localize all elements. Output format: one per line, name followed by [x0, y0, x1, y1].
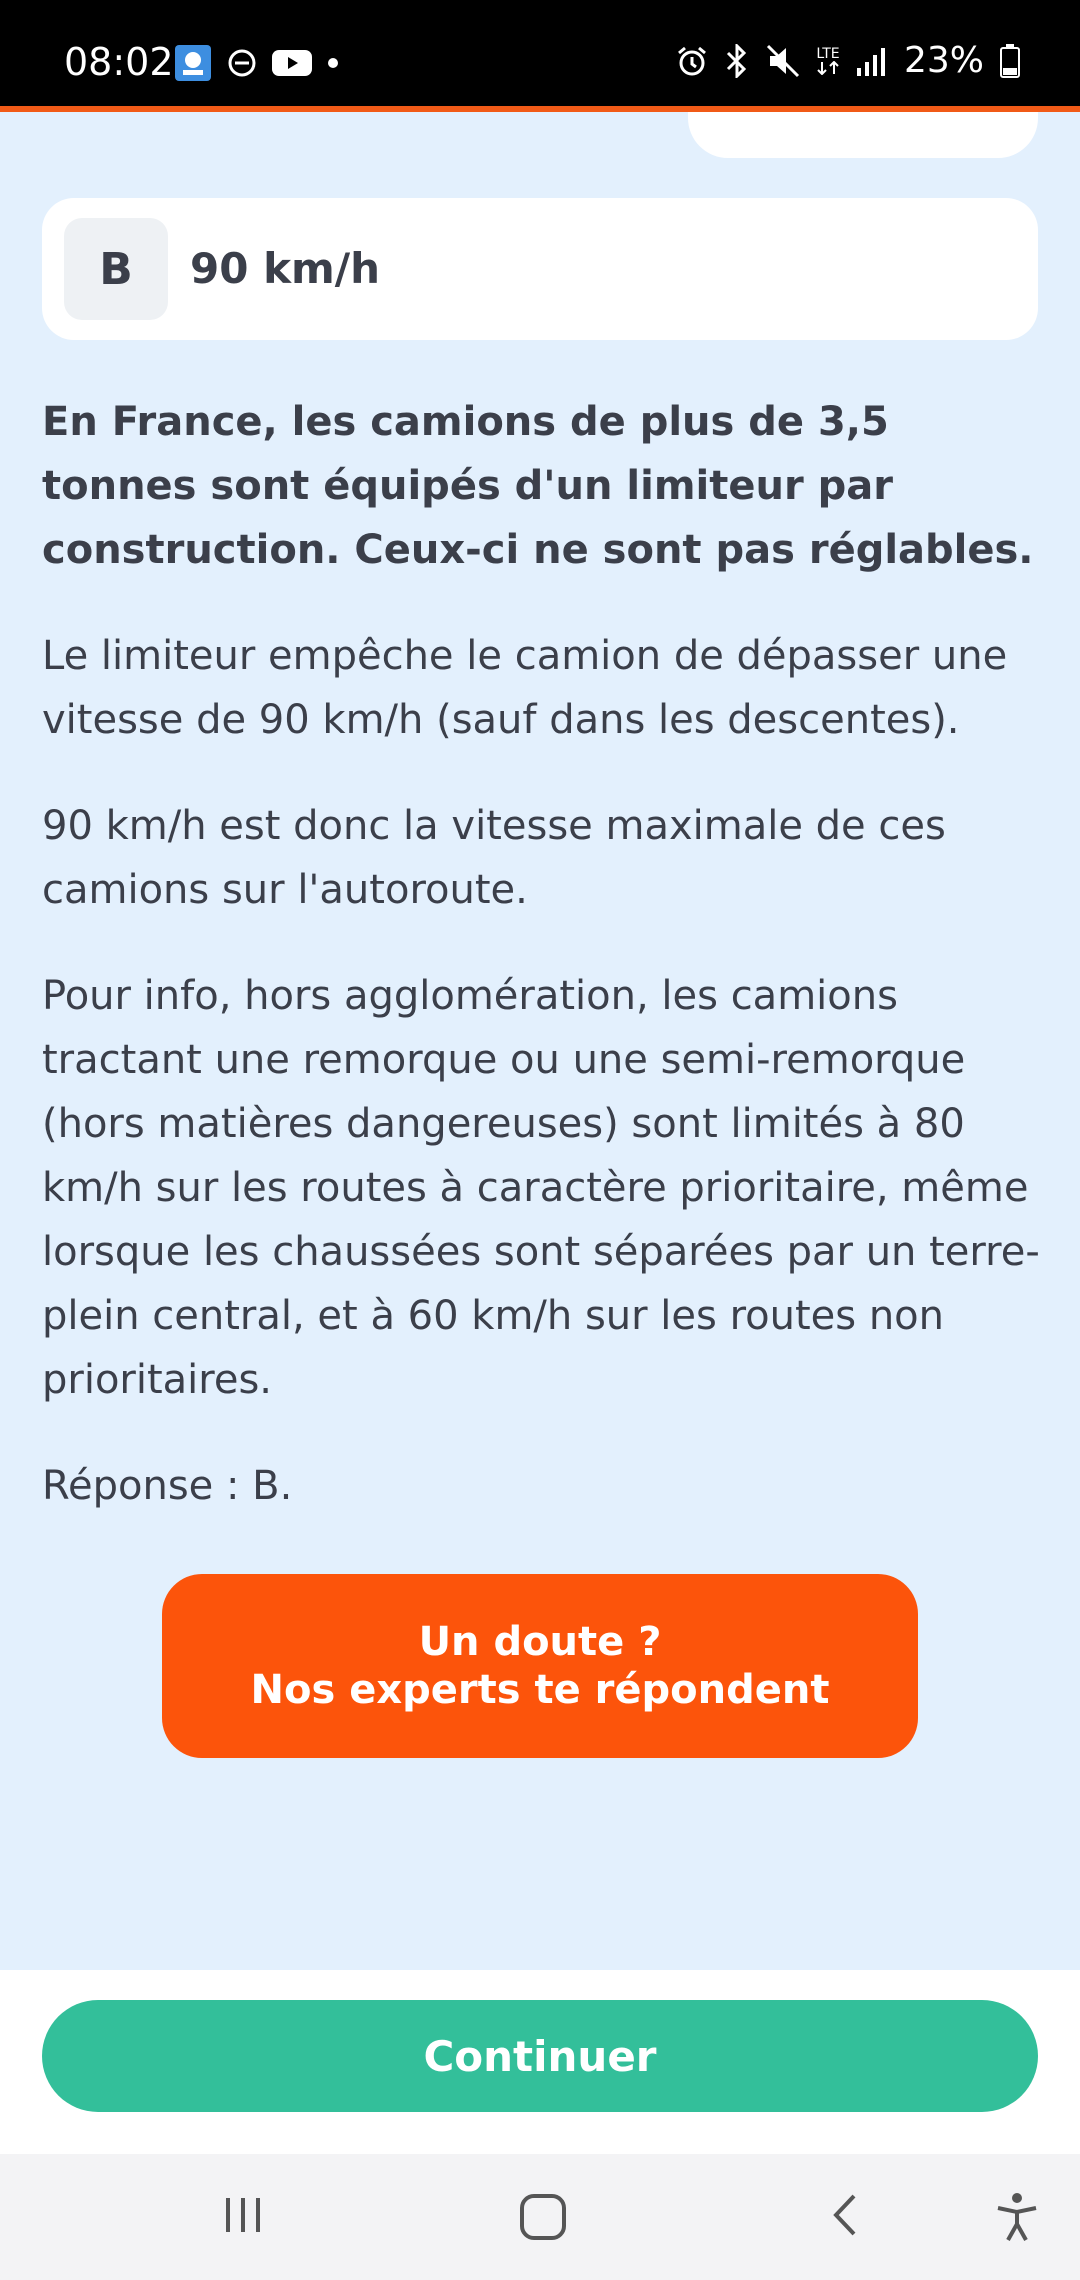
lte-label: LTE — [816, 45, 840, 62]
explanation-lead: En France, les camions de plus de 3,5 to… — [42, 399, 1034, 573]
bottom-action-bar: Continuer — [0, 1970, 1080, 2154]
do-not-disturb-icon — [226, 47, 258, 79]
system-nav-bar — [0, 2154, 1080, 2280]
answer-text: 90 km/h — [190, 244, 381, 293]
status-time: 08:02 — [64, 40, 174, 84]
answer-option-card[interactable]: B 90 km/h — [42, 198, 1038, 340]
signal-icon — [856, 46, 888, 76]
previous-answer-card[interactable] — [688, 112, 1038, 158]
answer-summary: Réponse : B. — [42, 1463, 293, 1509]
battery-icon — [1000, 43, 1020, 78]
explanation-section: En France, les camions de plus de 3,5 to… — [42, 390, 1042, 1560]
battery-percent: 23% — [903, 40, 984, 81]
app-notification-icon — [174, 44, 212, 82]
explanation-paragraph: Pour info, hors agglomération, les camio… — [42, 973, 1040, 1403]
explanation-paragraph: 90 km/h est donc la vitesse maximale de … — [42, 803, 946, 913]
youtube-icon — [272, 48, 312, 78]
accessibility-icon[interactable] — [992, 2190, 1042, 2248]
ask-experts-line1: Un doute ? — [418, 1619, 662, 1665]
explanation-paragraph: Le limiteur empêche le camion de dépasse… — [42, 633, 1008, 743]
answer-letter-badge: B — [64, 218, 168, 320]
lte-icon: LTE — [816, 47, 840, 75]
ask-experts-line2: Nos experts te répondent — [250, 1667, 830, 1713]
ask-experts-button[interactable]: Un doute ? Nos experts te répondent — [162, 1574, 918, 1758]
dot-icon — [326, 56, 340, 70]
status-bar: 08:02 LTE 23% — [0, 0, 1080, 112]
continue-button[interactable]: Continuer — [42, 2000, 1038, 2112]
recent-apps-icon[interactable] — [218, 2190, 268, 2244]
back-icon[interactable] — [822, 2190, 872, 2244]
mute-icon — [766, 44, 800, 78]
bluetooth-icon — [724, 43, 750, 78]
home-icon[interactable] — [516, 2190, 570, 2248]
alarm-icon — [676, 45, 708, 77]
